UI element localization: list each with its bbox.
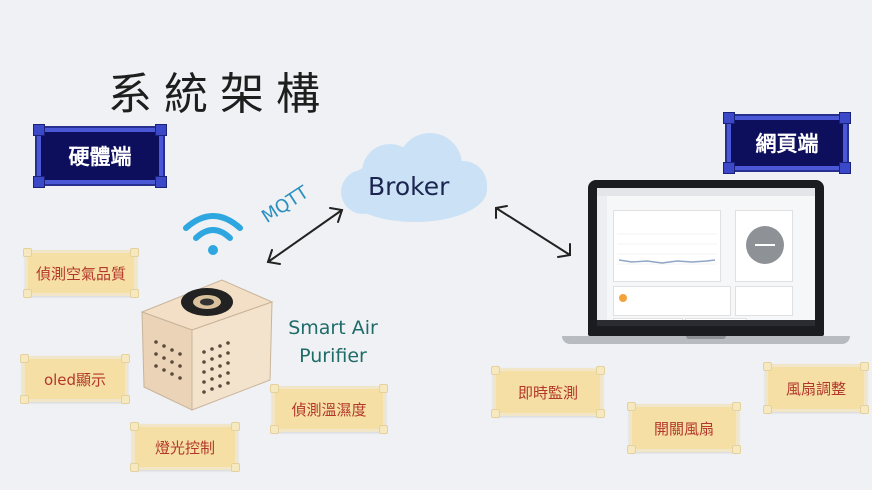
device-name-line1: Smart Air <box>288 317 378 339</box>
dashboard-screenshot <box>597 188 815 326</box>
web-side-label: 網頁端 <box>723 112 851 174</box>
device-name-line2: Purifier <box>299 345 367 367</box>
hardware-side-label: 硬體端 <box>33 124 167 188</box>
laptop-screen-bezel <box>588 180 824 336</box>
note-oled: oled顯示 <box>20 354 130 404</box>
note-realtime-monitor-text: 即時監測 <box>517 383 578 402</box>
note-oled-text: oled顯示 <box>43 370 107 389</box>
diagram-title: 系統架構 <box>108 69 332 120</box>
note-fan-adjust: 風扇調整 <box>763 362 869 414</box>
note-realtime-monitor: 即時監測 <box>491 366 605 418</box>
note-light-control-text: 燈光控制 <box>154 438 215 457</box>
note-temp-humidity: 偵測溫濕度 <box>270 384 388 434</box>
wifi-icon <box>183 213 243 255</box>
air-purifier-device <box>140 279 274 411</box>
device-name: Smart Air Purifier <box>278 314 388 370</box>
hardware-side-text: 硬體端 <box>68 145 132 169</box>
note-light-control: 燈光控制 <box>130 422 240 472</box>
note-air-quality-text: 偵測空氣品質 <box>35 264 126 283</box>
note-air-quality: 偵測空氣品質 <box>23 248 139 298</box>
note-fan-switch-text: 開關風扇 <box>653 419 714 438</box>
broker-text: Broker <box>368 172 450 201</box>
web-arrow <box>495 205 571 258</box>
web-side-text: 網頁端 <box>755 132 819 156</box>
note-fan-adjust-text: 風扇調整 <box>785 379 846 398</box>
note-temp-humidity-text: 偵測溫濕度 <box>291 400 367 419</box>
note-fan-switch: 開關風扇 <box>627 402 741 454</box>
laptop <box>562 180 850 350</box>
